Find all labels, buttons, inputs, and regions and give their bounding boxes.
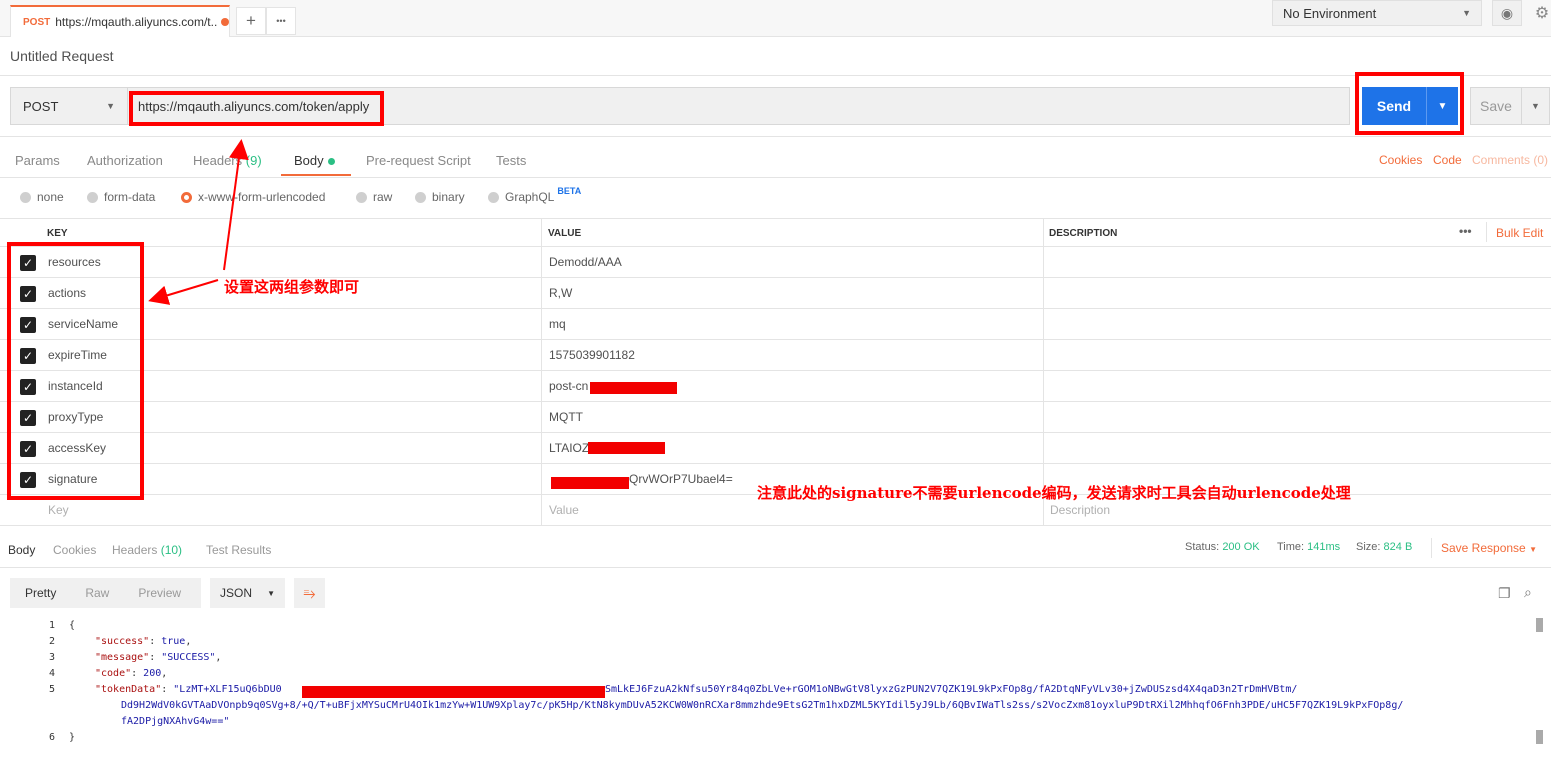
annotation-signature-note: 注意此处的signature不需要urlencode编码，发送请求时工具会自动u… xyxy=(757,484,1351,502)
annotation-arrows xyxy=(148,139,249,305)
arrow-to-url xyxy=(223,139,249,271)
arrow-to-params xyxy=(148,279,219,305)
annotation-params-note: 设置这两组参数即可 xyxy=(224,278,360,296)
